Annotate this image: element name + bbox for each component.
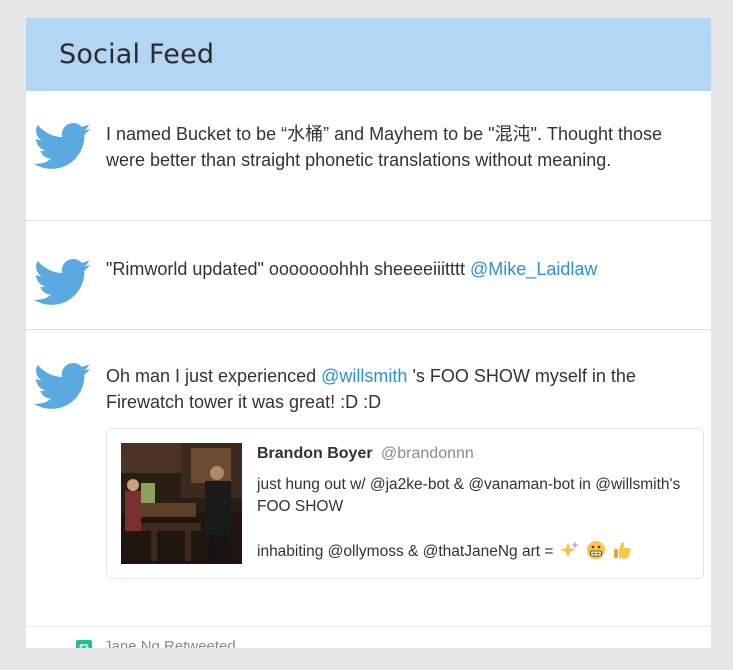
twitter-bird-icon xyxy=(34,123,91,169)
tweet-text-body: "Rimworld updated" ooooooohhh sheeeeiiit… xyxy=(106,259,466,279)
tweet-text: I named Bucket to be “水桶” and Mayhem to … xyxy=(106,124,663,170)
tweet-text: "Rimworld updated" ooooooohhh sheeeeiiit… xyxy=(106,221,697,282)
page-title: Social Feed xyxy=(59,39,215,70)
sparkles-icon xyxy=(559,541,579,558)
quoted-text-line: inhabiting @ollymoss & @thatJaneNg art = xyxy=(257,540,687,563)
retweet-indicator[interactable]: Jane Ng Retweeted xyxy=(76,638,236,648)
tweet-item[interactable]: I named Bucket to be “水桶” and Mayhem to … xyxy=(26,91,711,221)
tweet-item[interactable]: Oh man I just experienced @willsmith 's … xyxy=(26,330,711,627)
mention-link[interactable]: @willsmith xyxy=(321,366,407,386)
retweet-icon xyxy=(76,639,92,648)
tweet-text: Oh man I just experienced @willsmith 's … xyxy=(106,330,697,415)
quoted-author-handle[interactable]: @brandonnn xyxy=(381,445,474,462)
quoted-text-line: just hung out w/ @ja2ke-bot & @vanaman-b… xyxy=(257,476,681,515)
quoted-author-name[interactable]: Brandon Boyer xyxy=(257,445,373,462)
feed-header: Social Feed xyxy=(26,18,711,91)
thumbs-up-icon xyxy=(614,542,632,559)
quoted-text-line-2: inhabiting @ollymoss & @thatJaneNg art = xyxy=(257,543,554,560)
social-feed-widget: Social Feed I named Bucket to be “水桶” an… xyxy=(26,18,711,648)
retweet-label: Jane Ng Retweeted xyxy=(104,638,236,648)
grimacing-face-icon xyxy=(587,541,606,559)
quoted-tweet-text: just hung out w/ @ja2ke-bot & @vanaman-b… xyxy=(257,474,687,563)
mention-link[interactable]: @Mike_Laidlaw xyxy=(470,259,597,279)
tweet-item[interactable]: "Rimworld updated" ooooooohhh sheeeeiiit… xyxy=(26,221,711,330)
twitter-bird-icon xyxy=(34,259,91,305)
quoted-tweet-image[interactable] xyxy=(121,443,242,564)
quoted-tweet-card[interactable]: Brandon Boyer @brandonnn just hung out w… xyxy=(106,428,704,579)
tweet-text-before: Oh man I just experienced xyxy=(106,366,317,386)
quoted-author: Brandon Boyer @brandonnn xyxy=(257,445,474,463)
twitter-bird-icon xyxy=(34,363,91,409)
